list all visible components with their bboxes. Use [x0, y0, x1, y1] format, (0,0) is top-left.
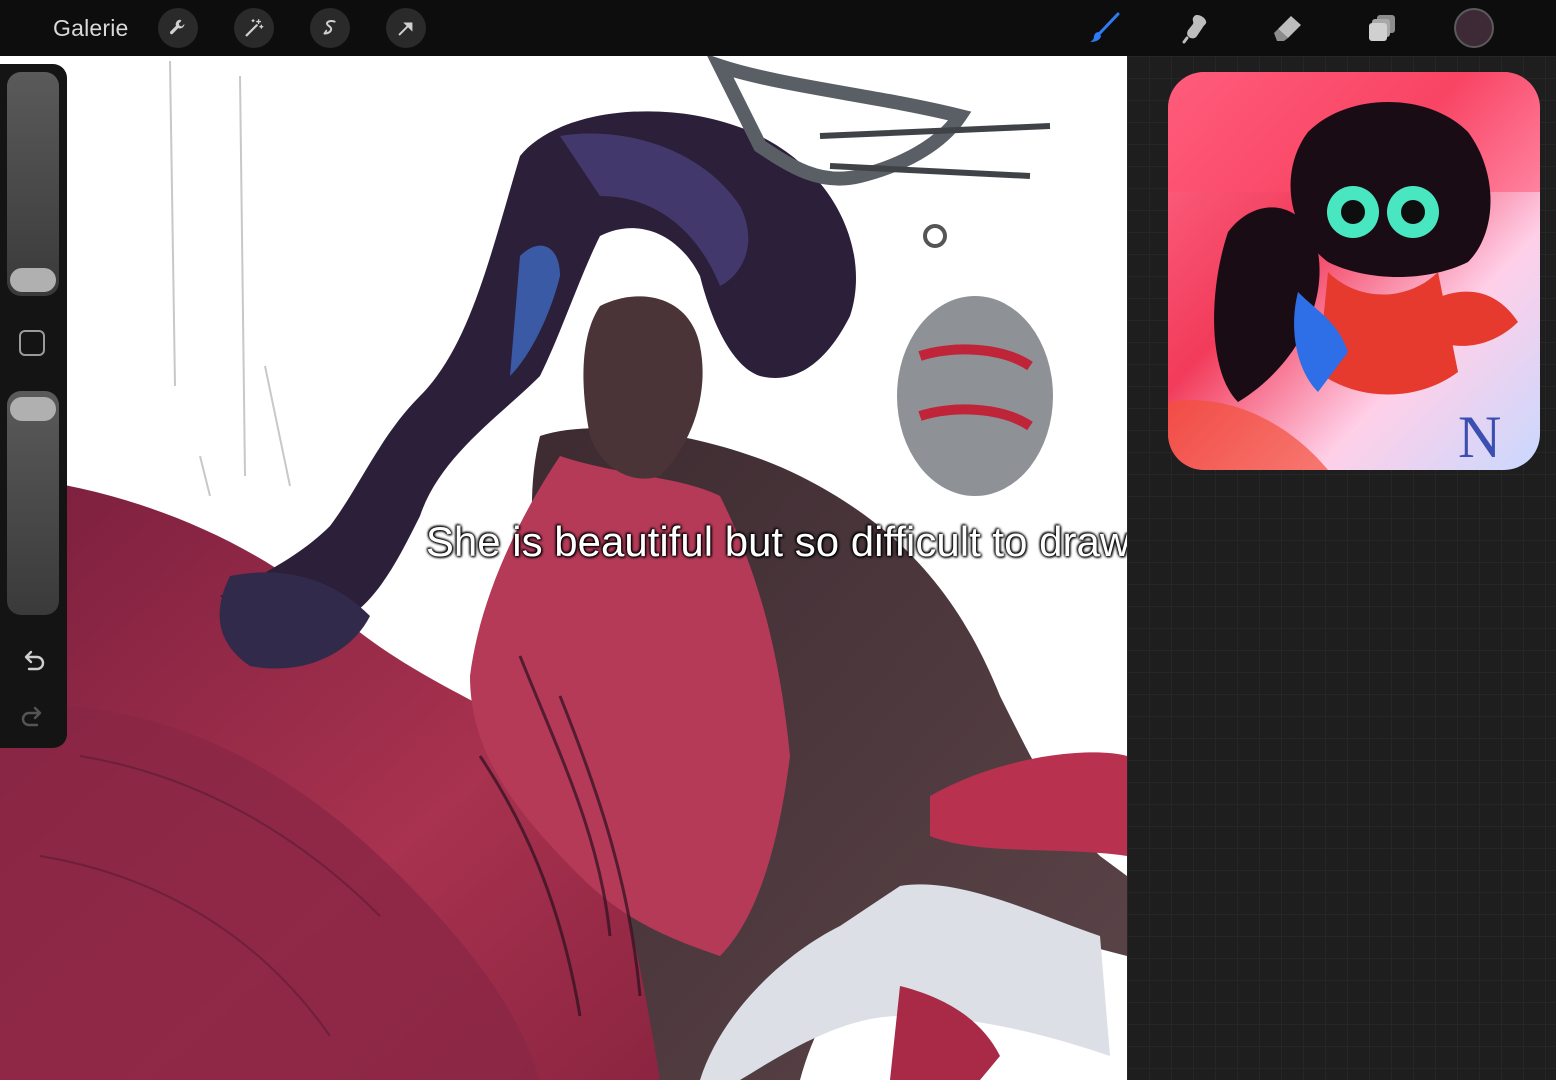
- smudge-icon: [1182, 15, 1207, 44]
- brush-tool-button[interactable]: [1084, 8, 1124, 48]
- eraser-icon: [1274, 16, 1301, 41]
- brush-size-knob[interactable]: [10, 268, 56, 292]
- undo-icon: [24, 650, 45, 671]
- actions-button[interactable]: [158, 8, 198, 48]
- transform-button[interactable]: [386, 8, 426, 48]
- square-icon[interactable]: [19, 330, 45, 356]
- opacity-slider[interactable]: [7, 391, 59, 615]
- brush-size-slider[interactable]: [7, 72, 59, 296]
- wrench-icon: [169, 19, 185, 35]
- smudge-tool-button[interactable]: [1176, 8, 1216, 48]
- redo-icon: [21, 706, 42, 727]
- layers-icon: [1369, 15, 1395, 41]
- eraser-tool-button[interactable]: [1268, 8, 1308, 48]
- transform-arrow-icon: [398, 22, 413, 36]
- redo-button[interactable]: [16, 698, 50, 732]
- brush-icon: [1090, 12, 1120, 42]
- selection-icon: [323, 20, 336, 35]
- reference-watermark: N: [1458, 404, 1501, 470]
- magic-wand-icon: [245, 19, 264, 37]
- reference-artwork: N: [1168, 72, 1540, 470]
- adjustments-button[interactable]: [234, 8, 274, 48]
- layers-button[interactable]: [1362, 8, 1402, 48]
- undo-button[interactable]: [16, 642, 50, 676]
- drawing-canvas[interactable]: She is beautiful but so difficult to dra…: [0, 56, 1127, 1080]
- video-caption: She is beautiful but so difficult to dra…: [425, 518, 1127, 565]
- color-picker-button[interactable]: [1454, 8, 1494, 48]
- top-toolbar: Galerie: [0, 0, 1556, 56]
- reference-image-window[interactable]: N: [1168, 72, 1540, 470]
- gallery-button[interactable]: Galerie: [53, 13, 129, 43]
- opacity-knob[interactable]: [10, 397, 56, 421]
- selection-button[interactable]: [310, 8, 350, 48]
- left-sidebar: [0, 64, 67, 748]
